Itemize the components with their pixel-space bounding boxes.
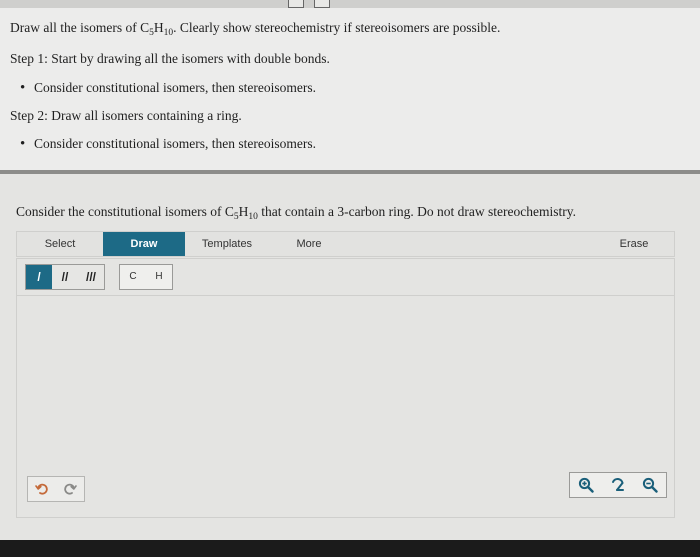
panel-prompt: Consider the constitutional isomers of C… — [16, 204, 576, 222]
step2-bullet: Consider constitutional isomers, then st… — [10, 135, 690, 153]
drawing-canvas[interactable] — [16, 296, 675, 518]
top-tab-left — [288, 0, 304, 8]
reset-icon — [612, 477, 624, 491]
question-line-h: H — [153, 20, 164, 35]
question-line-pre: Draw all the isomers of C — [10, 20, 150, 35]
prompt-h: H — [238, 204, 249, 219]
zoom-controls — [569, 472, 667, 498]
question-sub-10: 10 — [163, 28, 174, 38]
top-tab-right — [314, 0, 330, 8]
tab-select[interactable]: Select — [17, 232, 103, 256]
prompt-sub-10: 10 — [248, 212, 258, 222]
erase-button[interactable]: Erase — [603, 232, 665, 256]
bottom-bar — [0, 540, 700, 557]
carbon-atom-button[interactable]: C — [120, 265, 146, 289]
tab-templates[interactable]: Templates — [185, 232, 269, 256]
question-line: Draw all the isomers of C5H10. Clearly s… — [10, 20, 690, 39]
undo-icon — [35, 483, 48, 495]
redo-icon — [64, 483, 77, 495]
tab-more[interactable]: More — [269, 232, 349, 256]
step1-bullet: Consider constitutional isomers, then st… — [10, 79, 690, 97]
zoom-in-icon — [578, 477, 594, 493]
editor-toolbar: Select Draw Templates More Erase — [16, 231, 675, 257]
triple-bond-button[interactable]: /// — [78, 265, 104, 289]
single-bond-button[interactable]: / — [26, 265, 52, 289]
bond-tools: / // /// — [25, 264, 105, 290]
zoom-in-button[interactable] — [570, 473, 602, 497]
prompt-pre: Consider the constitutional isomers of C — [16, 204, 234, 219]
history-controls — [27, 476, 85, 502]
reset-view-button[interactable] — [602, 473, 634, 497]
hydrogen-atom-button[interactable]: H — [146, 265, 172, 289]
tab-draw[interactable]: Draw — [103, 232, 185, 256]
double-bond-button[interactable]: // — [52, 265, 78, 289]
redo-button[interactable] — [56, 477, 84, 501]
prompt-post: that contain a 3-carbon ring. Do not dra… — [257, 204, 577, 219]
atom-tools: C H — [119, 264, 173, 290]
tools-row: / // /// C H — [16, 258, 675, 296]
top-strip — [0, 0, 700, 8]
zoom-out-button[interactable] — [634, 473, 666, 497]
question-line-post: . Clearly show stereochemistry if stereo… — [173, 20, 501, 35]
step2-text: Step 2: Draw all isomers containing a ri… — [10, 107, 242, 123]
question-text: Draw all the isomers of C5H10. Clearly s… — [0, 8, 700, 172]
undo-button[interactable] — [28, 477, 56, 501]
zoom-out-icon — [642, 477, 658, 493]
step1-text: Step 1: Start by drawing all the isomers… — [10, 51, 330, 67]
drawing-panel: Consider the constitutional isomers of C… — [0, 174, 700, 540]
